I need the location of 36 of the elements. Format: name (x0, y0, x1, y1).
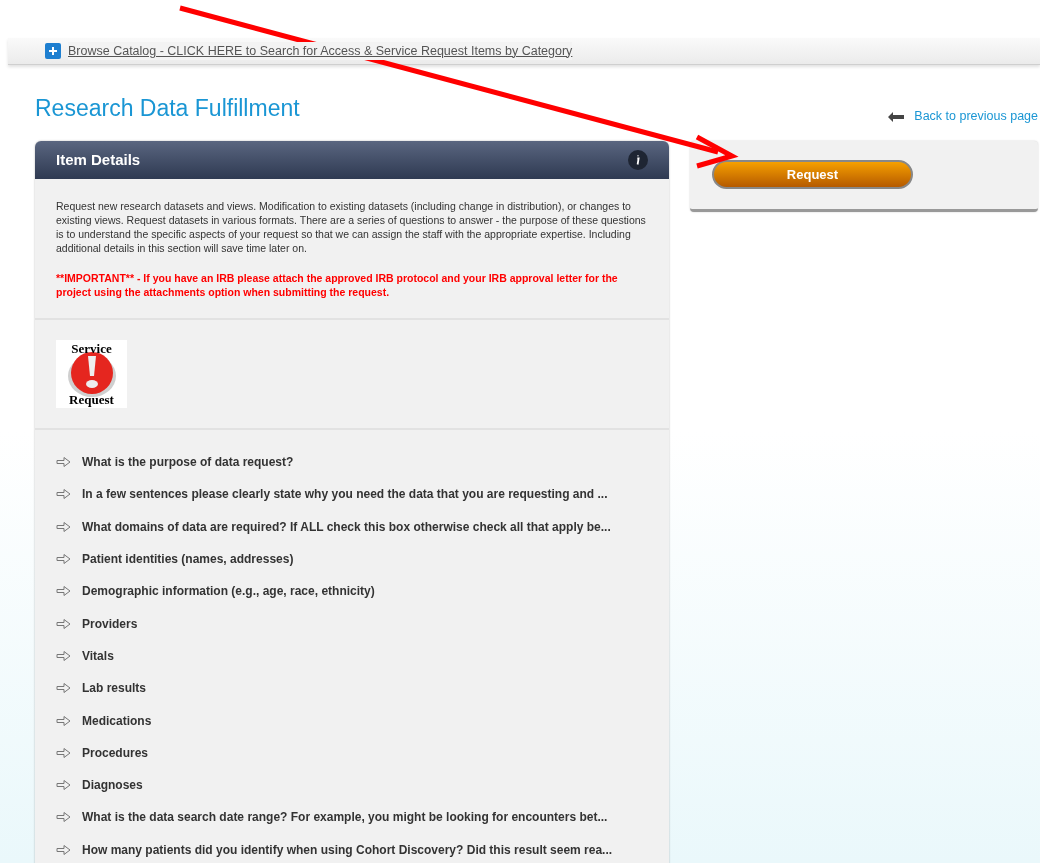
question-item[interactable]: What domains of data are required? If ALL check this box otherwise check all that apply be... (82, 517, 611, 536)
question-item[interactable]: Patient identities (names, addresses) (82, 550, 294, 569)
question-item[interactable]: Demographic information (e.g., age, race, ethnicity) (82, 582, 375, 601)
question-item[interactable]: Medications (82, 711, 152, 730)
arrow-right-icon (56, 747, 71, 758)
question-item[interactable]: Vitals (82, 646, 114, 665)
browse-catalog-link[interactable]: Browse Catalog - CLICK HERE to Search for Access & Service Request Items by Category (68, 41, 573, 61)
arrow-right-icon (56, 650, 71, 661)
arrow-right-icon (56, 812, 71, 823)
arrow-right-icon (56, 586, 71, 597)
arrow-right-icon (56, 780, 71, 791)
arrow-right-icon (56, 554, 71, 565)
back-arrow-icon[interactable] (888, 111, 905, 122)
arrow-right-icon (56, 489, 71, 500)
question-item[interactable]: Lab results (82, 679, 147, 698)
logo-text: Service (71, 341, 112, 356)
arrow-right-icon (56, 715, 71, 726)
arrow-right-icon (56, 457, 71, 468)
question-item[interactable]: Diagnoses (82, 776, 143, 795)
page-title: Research Data Fulfillment (35, 97, 300, 120)
question-item[interactable]: How many patients did you identify when using Cohort Discovery? Did this result seem rea... (82, 840, 613, 859)
arrow-right-icon (56, 618, 71, 629)
panel-title: Item Details (56, 149, 141, 170)
arrow-right-icon (56, 521, 71, 532)
question-item[interactable]: What is the purpose of data request? (82, 453, 294, 472)
question-item[interactable]: What is the data search date range? For example, you might be looking for encounters bet... (82, 808, 608, 827)
plus-icon[interactable] (45, 43, 61, 59)
info-icon[interactable] (628, 150, 648, 170)
arrow-right-icon (56, 683, 71, 694)
question-item[interactable]: In a few sentences please clearly state why you need the data that you are requesting and ... (82, 485, 608, 504)
important-notice: **IMPORTANT** - If you have an IRB please attach the approved IRB protocol and your IRB approval letter for the project using the attachments option when submitting the request. (56, 271, 619, 299)
question-item[interactable]: Procedures (82, 743, 149, 762)
logo-text: Request (69, 392, 114, 407)
description-text: Request new research datasets and views. Modification to existing datasets (including change in distribution), or changes to existing views. Request datasets in various formats. There are a series of questions to answer - the purpose of these questions is to understand the specific aspects of your request so that we can assign the staff with the appropriate expertise. Including additional details in this section will save time later on. (56, 199, 647, 255)
question-item[interactable]: Providers (82, 614, 138, 633)
arrow-right-icon (56, 844, 71, 855)
